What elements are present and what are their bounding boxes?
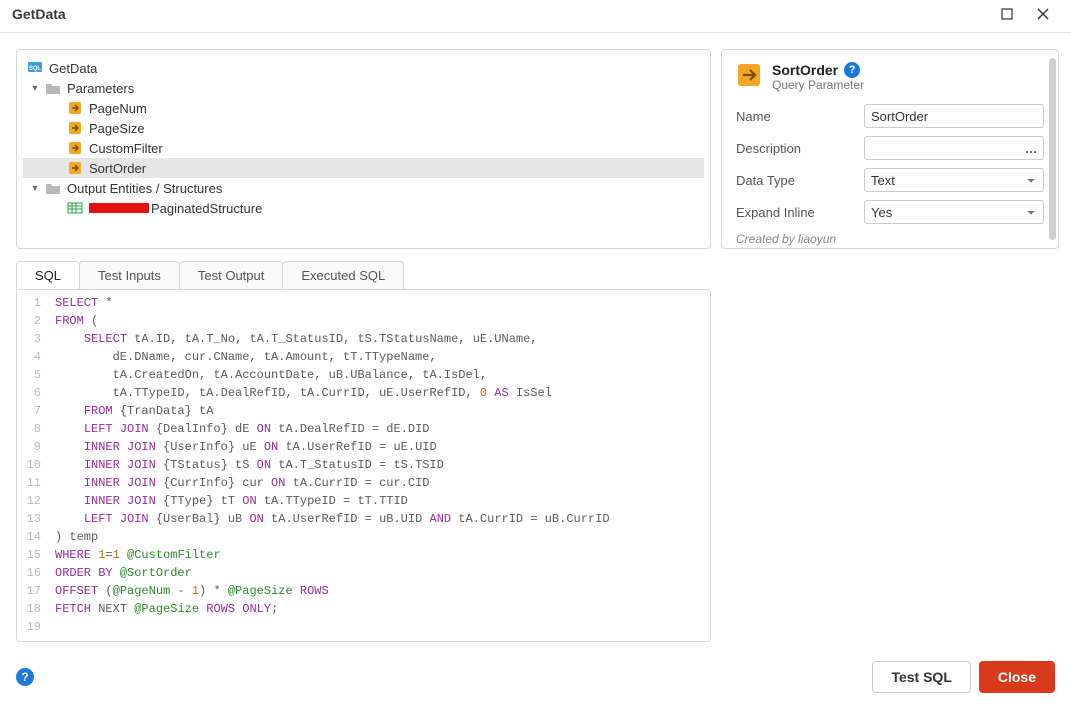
caret-down-icon[interactable]: ▾ bbox=[29, 182, 41, 194]
close-window-button[interactable] bbox=[1025, 4, 1061, 24]
panel-title: SortOrder bbox=[772, 62, 838, 78]
dialog-footer: ? Test SQL Close bbox=[0, 650, 1071, 705]
window-title: GetData bbox=[12, 6, 989, 22]
prop-name-input[interactable] bbox=[864, 104, 1044, 128]
code-line: 17OFFSET (@PageNum - 1) * @PageSize ROWS bbox=[17, 582, 710, 600]
code-line: 7 FROM {TranData} tA bbox=[17, 402, 710, 420]
prop-expand-select[interactable]: Yes bbox=[864, 200, 1044, 224]
code-line: 18FETCH NEXT @PageSize ROWS ONLY; bbox=[17, 600, 710, 618]
code-line: 6 tA.TTypeID, tA.DealRefID, tA.CurrID, u… bbox=[17, 384, 710, 402]
prop-type-label: Data Type bbox=[736, 173, 856, 188]
code-line: 11 INNER JOIN {CurrInfo} cur ON tA.CurrI… bbox=[17, 474, 710, 492]
code-line: 15WHERE 1=1 @CustomFilter bbox=[17, 546, 710, 564]
code-line: 10 INNER JOIN {TStatus} tS ON tA.T_Statu… bbox=[17, 456, 710, 474]
code-line: 12 INNER JOIN {TType} tT ON tA.TTypeID =… bbox=[17, 492, 710, 510]
caret-down-icon[interactable]: ▾ bbox=[29, 82, 41, 94]
code-line: 16ORDER BY @SortOrder bbox=[17, 564, 710, 582]
help-icon[interactable]: ? bbox=[844, 62, 860, 78]
tree-param-pagenum[interactable]: PageNum bbox=[23, 98, 704, 118]
property-panel: SortOrder ? Query Parameter Name Descrip… bbox=[721, 49, 1059, 249]
panel-subtitle: Query Parameter bbox=[772, 78, 864, 92]
tab-test-output[interactable]: Test Output bbox=[179, 261, 283, 289]
code-line: 13 LEFT JOIN {UserBal} uB ON tA.UserRefI… bbox=[17, 510, 710, 528]
code-line: 9 INNER JOIN {UserInfo} uE ON tA.UserRef… bbox=[17, 438, 710, 456]
test-sql-button[interactable]: Test SQL bbox=[872, 661, 970, 693]
code-line: 19 bbox=[17, 618, 710, 636]
tree-parameters-label: Parameters bbox=[67, 81, 134, 96]
tree-param-customfilter[interactable]: CustomFilter bbox=[23, 138, 704, 158]
close-button[interactable]: Close bbox=[979, 661, 1055, 693]
tab-sql[interactable]: SQL bbox=[16, 261, 80, 289]
title-bar: GetData bbox=[0, 0, 1071, 33]
tab-test-inputs[interactable]: Test Inputs bbox=[79, 261, 180, 289]
footer-help-icon[interactable]: ? bbox=[16, 668, 34, 686]
prop-desc-input[interactable] bbox=[864, 136, 1044, 160]
tree-param-sortorder[interactable]: SortOrder bbox=[23, 158, 704, 178]
tree-root-label: GetData bbox=[49, 61, 97, 76]
scrollbar[interactable] bbox=[1049, 58, 1056, 240]
redacted-label bbox=[89, 203, 149, 213]
tree-output-item[interactable]: PaginatedStructure bbox=[23, 198, 704, 218]
tree-param-label: SortOrder bbox=[89, 161, 146, 176]
param-in-icon bbox=[67, 160, 83, 176]
code-line: 2FROM ( bbox=[17, 312, 710, 330]
tree-param-label: CustomFilter bbox=[89, 141, 163, 156]
code-line: 1SELECT * bbox=[17, 294, 710, 312]
folder-icon bbox=[45, 180, 61, 196]
code-line: 4 dE.DName, cur.CName, tA.Amount, tT.TTy… bbox=[17, 348, 710, 366]
code-line: 5 tA.CreatedOn, tA.AccountDate, uB.UBala… bbox=[17, 366, 710, 384]
query-tree: SQL GetData ▾ Parameters PageNum Pa bbox=[16, 49, 711, 249]
code-line: 8 LEFT JOIN {DealInfo} dE ON tA.DealRefI… bbox=[17, 420, 710, 438]
param-in-icon bbox=[736, 62, 762, 88]
sql-icon: SQL bbox=[27, 60, 43, 76]
param-in-icon bbox=[67, 140, 83, 156]
tree-output-label: Output Entities / Structures bbox=[67, 181, 222, 196]
tree-root[interactable]: SQL GetData bbox=[23, 58, 704, 78]
tree-param-label: PageSize bbox=[89, 121, 145, 136]
prop-name-label: Name bbox=[736, 109, 856, 124]
folder-icon bbox=[45, 80, 61, 96]
param-in-icon bbox=[67, 100, 83, 116]
ellipsis-icon[interactable]: … bbox=[1022, 139, 1040, 157]
panel-created-by: Created by liaoyun bbox=[736, 232, 1044, 246]
tree-output-item-label: PaginatedStructure bbox=[151, 201, 262, 216]
sql-editor[interactable]: 1SELECT *2FROM (3 SELECT tA.ID, tA.T_No,… bbox=[16, 289, 711, 642]
tree-parameters[interactable]: ▾ Parameters bbox=[23, 78, 704, 98]
prop-type-select[interactable]: Text bbox=[864, 168, 1044, 192]
structure-icon bbox=[67, 200, 83, 216]
tab-executed-sql[interactable]: Executed SQL bbox=[282, 261, 404, 289]
maximize-button[interactable] bbox=[989, 4, 1025, 24]
code-line: 3 SELECT tA.ID, tA.T_No, tA.T_StatusID, … bbox=[17, 330, 710, 348]
tree-output[interactable]: ▾ Output Entities / Structures bbox=[23, 178, 704, 198]
svg-text:SQL: SQL bbox=[29, 66, 42, 72]
prop-desc-label: Description bbox=[736, 141, 856, 156]
code-line: 14) temp bbox=[17, 528, 710, 546]
editor-tabs: SQL Test Inputs Test Output Executed SQL bbox=[16, 261, 711, 289]
tree-param-pagesize[interactable]: PageSize bbox=[23, 118, 704, 138]
param-in-icon bbox=[67, 120, 83, 136]
prop-expand-label: Expand Inline bbox=[736, 205, 856, 220]
tree-param-label: PageNum bbox=[89, 101, 147, 116]
